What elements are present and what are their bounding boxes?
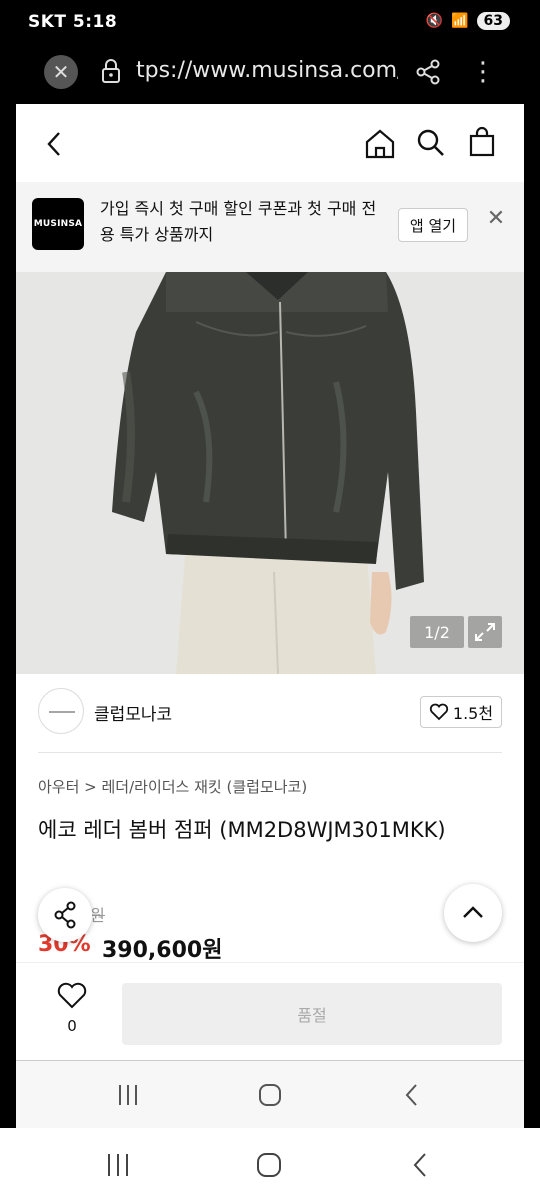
wishlist-count: 0 (67, 1017, 77, 1035)
status-icons: 🔇 📶 63 (426, 12, 510, 30)
recent-apps-icon[interactable] (116, 1081, 140, 1109)
jacket-photo (112, 272, 424, 674)
heart-icon (429, 703, 449, 721)
close-tab-icon[interactable]: ✕ (44, 55, 78, 89)
musinsa-logo: MUSINSA (32, 198, 84, 250)
wifi-icon: 📶 (451, 13, 469, 29)
open-app-button[interactable]: 앱 열기 (398, 208, 468, 242)
expand-icon[interactable] (468, 616, 502, 648)
url-field[interactable]: tps://www.musinsa.com/p (136, 58, 398, 83)
product-title: 에코 레더 봄버 점퍼 (MM2D8WJM301MKK) (38, 818, 446, 842)
recent-apps-icon[interactable] (104, 1150, 132, 1180)
divider (38, 752, 502, 753)
banner-message: 가입 즉시 첫 구매 할인 쿠폰과 첫 구매 전용 특가 상품까지 (100, 199, 377, 244)
web-page: MUSINSA 가입 즉시 첫 구매 할인 쿠폰과 첫 구매 전용 특가 상품까… (16, 104, 524, 1128)
system-nav-bar (0, 1128, 540, 1200)
status-bar: SKT 5:18 🔇 📶 63 (0, 0, 540, 48)
site-header (16, 104, 524, 182)
back-nav-icon[interactable] (408, 1150, 432, 1180)
brand-logo[interactable] (38, 688, 84, 734)
soldout-button[interactable]: 품절 (122, 983, 502, 1045)
share-icon[interactable] (414, 58, 442, 86)
product-image[interactable] (16, 272, 524, 674)
shopping-bag-icon[interactable] (468, 126, 496, 158)
banner-close-icon[interactable]: ✕ (484, 206, 508, 236)
home-icon[interactable] (364, 128, 396, 160)
lock-icon (102, 59, 120, 83)
floating-share-button[interactable] (38, 888, 92, 942)
purchase-bar: 0 품절 (16, 962, 524, 1060)
heart-icon (57, 982, 87, 1009)
browser-inner-nav (16, 1060, 524, 1128)
mute-icon: 🔇 (425, 13, 444, 29)
sale-price: 390,600원 (102, 938, 223, 963)
breadcrumb[interactable]: 아우터 > 레더/라이더스 재킷 (클럽모나코) (38, 776, 307, 797)
status-time: SKT 5:18 (28, 12, 118, 32)
brand-like-button[interactable]: 1.5천 (420, 696, 502, 728)
search-icon[interactable] (416, 128, 446, 158)
scroll-top-button[interactable] (444, 884, 502, 942)
back-icon[interactable] (44, 130, 64, 158)
browser-menu-icon[interactable]: ⋮ (470, 56, 496, 88)
battery-indicator: 63 (476, 12, 510, 30)
chevron-up-icon (463, 906, 483, 918)
share-icon (54, 901, 76, 929)
brand-like-count: 1.5천 (452, 704, 494, 723)
wishlist-button[interactable]: 0 (52, 981, 92, 1045)
brand-row[interactable]: 클럽모나코 1.5천 (16, 674, 524, 752)
home-nav-icon[interactable] (256, 1081, 284, 1109)
back-nav-icon[interactable] (400, 1081, 424, 1109)
home-nav-icon[interactable] (254, 1150, 284, 1180)
image-counter: 1/2 (410, 616, 464, 648)
app-install-banner: MUSINSA 가입 즉시 첫 구매 할인 쿠폰과 첫 구매 전용 특가 상품까… (16, 182, 524, 272)
brand-name[interactable]: 클럽모나코 (94, 700, 172, 725)
